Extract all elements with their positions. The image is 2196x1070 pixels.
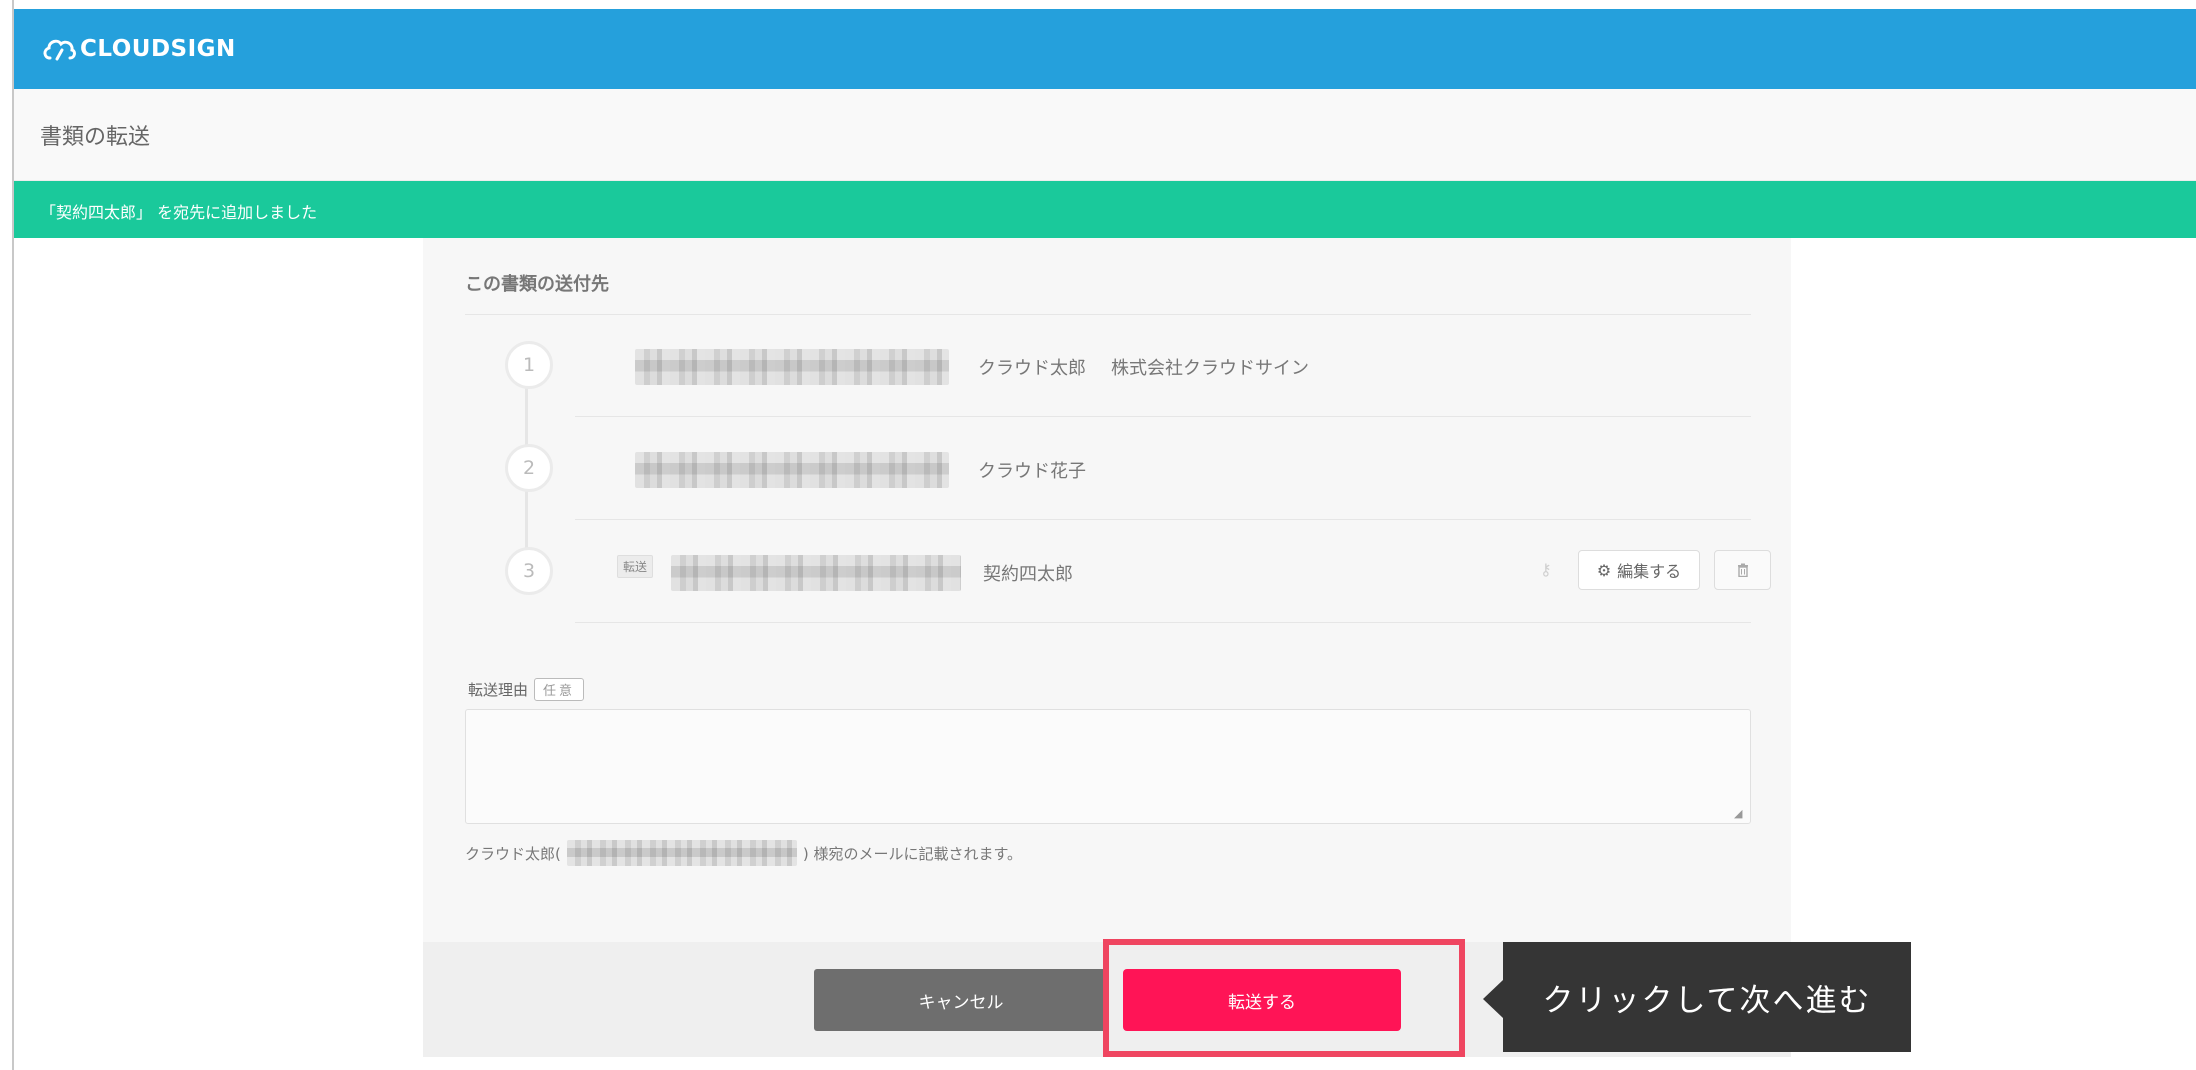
step-number-circle: 1 [505,341,553,389]
transfer-tag: 転送 [617,555,654,578]
recipient-company: 株式会社クラウドサイン [1111,358,1309,379]
instruction-tooltip: クリックして次へ進む [1503,942,1911,1052]
step-number-circle: 3 [505,547,553,595]
transfer-reason-label: 転送理由 任意 [468,678,585,701]
cloudsign-logo[interactable]: CLOUDSIGN [42,33,236,65]
recipient-row-1: 1 クラウド太郎 株式会社クラウドサイン [465,314,1751,417]
window-top-edge [0,0,2196,9]
notice-message: 「契約四太郎」 を宛先に追加しました [40,203,318,222]
transfer-panel: この書類の送付先 1 クラウド太郎 株式会社クラウドサイン 2 クラウド花子 3… [423,238,1791,942]
gear-icon: ⚙ [1596,560,1612,580]
logo-text: CLOUDSIGN [80,36,236,62]
recipient-row-3: 3 転送 契約四太郎 ⚷ ⚙ 編集する [465,520,1771,623]
window-left-edge [0,0,14,1070]
reason-help-text: クラウド太郎( ) 様宛のメールに記載されます。 [465,840,1022,866]
email-redacted [566,840,797,866]
help-text-suffix: ) 様宛のメールに記載されます。 [802,844,1022,863]
email-redacted [635,349,949,385]
page-header: 書類の転送 [14,89,2196,181]
email-redacted [671,555,961,591]
optional-badge: 任意 [534,678,585,701]
key-icon: ⚷ [1540,560,1552,579]
recipients-section-title: この書類の送付先 [465,274,609,295]
help-text-prefix: クラウド太郎( [465,844,561,863]
edit-recipient-button[interactable]: ⚙ 編集する [1578,550,1700,590]
recipient-name: クラウド花子 [978,461,1086,482]
resize-handle-icon[interactable]: ◢ [1734,808,1746,820]
delete-recipient-button[interactable] [1714,550,1771,590]
trash-icon [1737,563,1748,577]
highlight-frame [1103,939,1465,1057]
edit-button-label: 編集する [1617,562,1682,581]
cancel-button[interactable]: キャンセル [814,969,1108,1031]
step-number-circle: 2 [505,444,553,492]
page-title: 書類の転送 [40,125,151,150]
cloud-logo-icon [43,39,76,61]
recipient-name: 契約四太郎 [983,564,1073,585]
recipient-row-2: 2 クラウド花子 [465,417,1751,520]
tooltip-pointer [1483,980,1503,1018]
top-navigation-bar: CLOUDSIGN [14,9,2196,89]
transfer-reason-textarea[interactable]: ◢ [465,709,1751,824]
email-redacted [635,452,949,488]
row-divider [575,622,1751,623]
reason-label-text: 転送理由 [468,681,529,699]
recipient-name: クラウド太郎 [978,358,1086,379]
success-notice-bar: 「契約四太郎」 を宛先に追加しました [14,181,2196,238]
